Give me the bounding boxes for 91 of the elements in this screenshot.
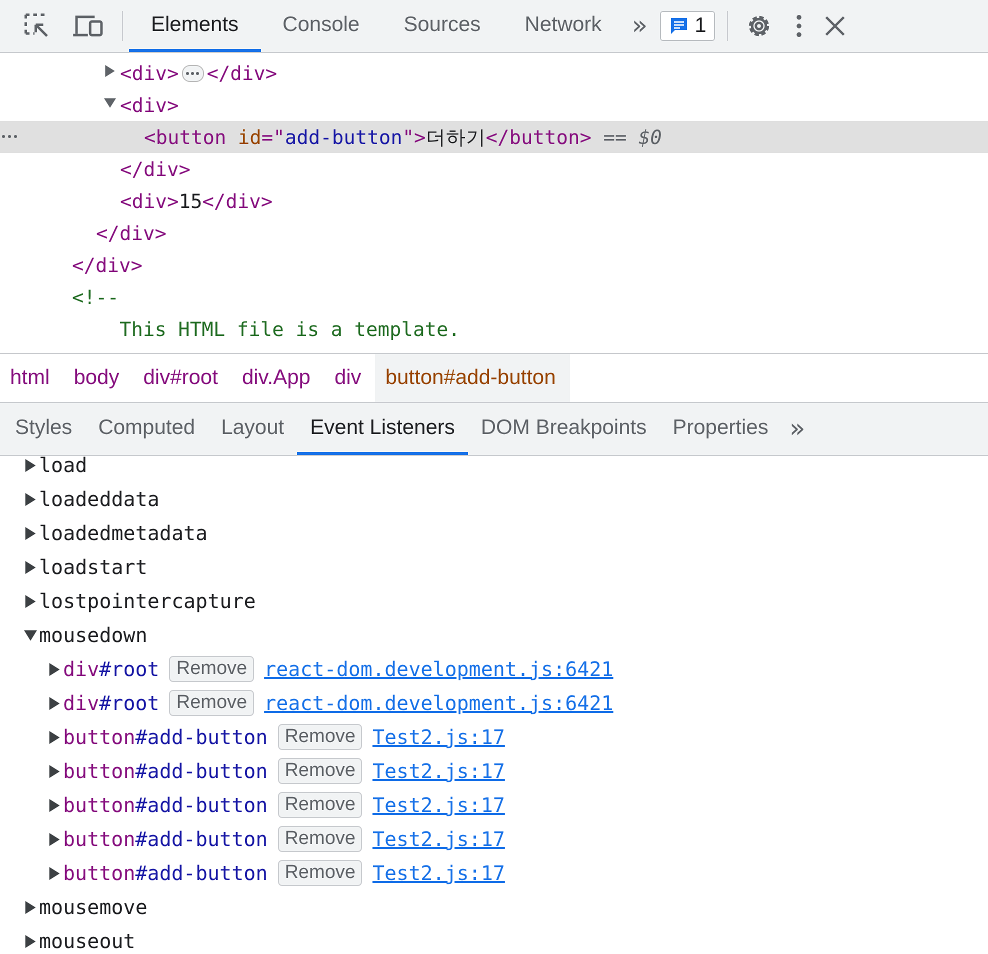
tag-name: <button xyxy=(144,126,226,148)
attribute-value: add-button xyxy=(284,126,402,148)
pane-tab[interactable]: Event Listeners xyxy=(297,403,468,455)
source-link[interactable]: Test2.js:17 xyxy=(372,759,505,783)
selected-node-row[interactable]: <button id="add-button">더하기</button> == $0 xyxy=(0,121,988,153)
collapsed-triangle-icon[interactable] xyxy=(48,662,61,676)
collapsed-triangle-icon[interactable] xyxy=(48,730,61,744)
remove-button[interactable]: Remove xyxy=(169,656,254,682)
tag-name: </div> xyxy=(202,190,273,212)
closing-tag: </div> xyxy=(120,158,190,180)
listener-node[interactable]: div#root xyxy=(63,691,160,715)
node-text: 15 xyxy=(178,190,202,212)
breadcrumb[interactable]: html xyxy=(0,354,64,402)
event-name[interactable]: load xyxy=(39,453,88,477)
more-tabs-button[interactable]: » xyxy=(624,11,656,41)
event-name[interactable]: loadstart xyxy=(39,555,148,579)
tag-name: </div> xyxy=(206,62,278,84)
pane-tab[interactable]: Computed xyxy=(85,403,208,455)
expanded-triangle-icon[interactable] xyxy=(24,628,37,642)
panel-tab[interactable]: Sources xyxy=(382,0,503,52)
listener-node[interactable]: button#add-button xyxy=(63,861,268,885)
breadcrumb[interactable]: button#add-button xyxy=(375,354,570,402)
collapsed-triangle-icon[interactable] xyxy=(48,696,61,710)
collapsed-triangle-icon[interactable] xyxy=(24,560,37,574)
source-link[interactable]: Test2.js:17 xyxy=(372,793,505,817)
node-text: 더하기 xyxy=(426,124,486,150)
breadcrumb[interactable]: body xyxy=(64,354,134,402)
comment-text: <!-- xyxy=(72,286,119,308)
selection-marker: $0 xyxy=(638,126,662,148)
message-icon xyxy=(668,16,689,36)
event-name[interactable]: loadedmetadata xyxy=(39,521,208,545)
row-dots-icon xyxy=(2,135,17,138)
ellipsis-icon[interactable] xyxy=(182,64,204,82)
source-link[interactable]: Test2.js:17 xyxy=(372,827,505,851)
source-link[interactable]: react-dom.development.js:6421 xyxy=(264,691,614,715)
event-name[interactable]: mousedown xyxy=(39,623,148,647)
event-name[interactable]: mousemove xyxy=(39,895,148,919)
pane-tab[interactable]: Styles xyxy=(2,403,86,455)
collapsed-triangle-icon[interactable] xyxy=(48,866,61,880)
remove-button[interactable]: Remove xyxy=(278,758,362,784)
collapsed-triangle-icon[interactable] xyxy=(24,594,37,608)
collapsed-triangle-icon[interactable] xyxy=(104,65,116,77)
close-icon[interactable] xyxy=(824,15,846,37)
closing-tag: </div> xyxy=(72,254,142,276)
tag-name: <div> xyxy=(120,190,179,212)
breadcrumb[interactable]: div.App xyxy=(232,354,324,402)
collapsed-triangle-icon[interactable] xyxy=(24,526,37,540)
remove-button[interactable]: Remove xyxy=(278,792,362,818)
listener-node[interactable]: div#root xyxy=(63,657,160,681)
event-name[interactable]: loadeddata xyxy=(39,487,160,511)
panel-tab[interactable]: Console xyxy=(260,0,382,52)
collapsed-triangle-icon[interactable] xyxy=(24,900,37,914)
listener-node[interactable]: button#add-button xyxy=(63,725,268,749)
closing-tag: </div> xyxy=(96,222,166,244)
tag-name: =" xyxy=(261,126,285,148)
more-options-icon[interactable] xyxy=(794,13,804,39)
source-link[interactable]: Test2.js:17 xyxy=(372,725,505,749)
tag-name: </button> xyxy=(486,126,592,148)
listener-node[interactable]: button#add-button xyxy=(63,827,268,851)
issues-badge[interactable]: 1 xyxy=(660,11,716,41)
collapsed-triangle-icon[interactable] xyxy=(24,492,37,506)
remove-button[interactable]: Remove xyxy=(278,860,362,886)
pane-tab[interactable]: Layout xyxy=(208,403,298,455)
panel-tab[interactable]: Elements xyxy=(129,0,261,52)
listener-node[interactable]: button#add-button xyxy=(63,759,268,783)
source-link[interactable]: Test2.js:17 xyxy=(372,861,505,885)
event-name[interactable]: lostpointercapture xyxy=(39,589,256,613)
collapsed-triangle-icon[interactable] xyxy=(24,458,37,472)
selection-marker: == xyxy=(602,126,628,148)
remove-button[interactable]: Remove xyxy=(278,826,362,852)
tag-name: "> xyxy=(402,126,426,148)
panel-tab[interactable]: Network xyxy=(502,0,624,52)
event-name[interactable]: mouseout xyxy=(39,929,136,953)
collapsed-triangle-icon[interactable] xyxy=(48,832,61,846)
listener-node[interactable]: button#add-button xyxy=(63,793,268,817)
tag-name: <div> xyxy=(120,62,179,84)
pane-tab[interactable]: DOM Breakpoints xyxy=(468,403,660,455)
breadcrumb[interactable]: div xyxy=(324,354,376,402)
source-link[interactable]: react-dom.development.js:6421 xyxy=(264,657,614,681)
breadcrumb[interactable]: div#root xyxy=(133,354,232,402)
tag-name: <div> xyxy=(120,94,179,116)
attribute-name: id xyxy=(236,126,262,148)
expanded-triangle-icon[interactable] xyxy=(104,97,116,109)
collapsed-triangle-icon[interactable] xyxy=(48,764,61,778)
remove-button[interactable]: Remove xyxy=(278,724,362,750)
more-tabs-button[interactable]: » xyxy=(781,403,814,455)
collapsed-triangle-icon[interactable] xyxy=(24,934,37,948)
pane-tab[interactable]: Properties xyxy=(660,403,782,455)
collapsed-triangle-icon[interactable] xyxy=(48,798,61,812)
remove-button[interactable]: Remove xyxy=(169,690,254,716)
comment-text: This HTML file is a template. xyxy=(118,318,460,340)
